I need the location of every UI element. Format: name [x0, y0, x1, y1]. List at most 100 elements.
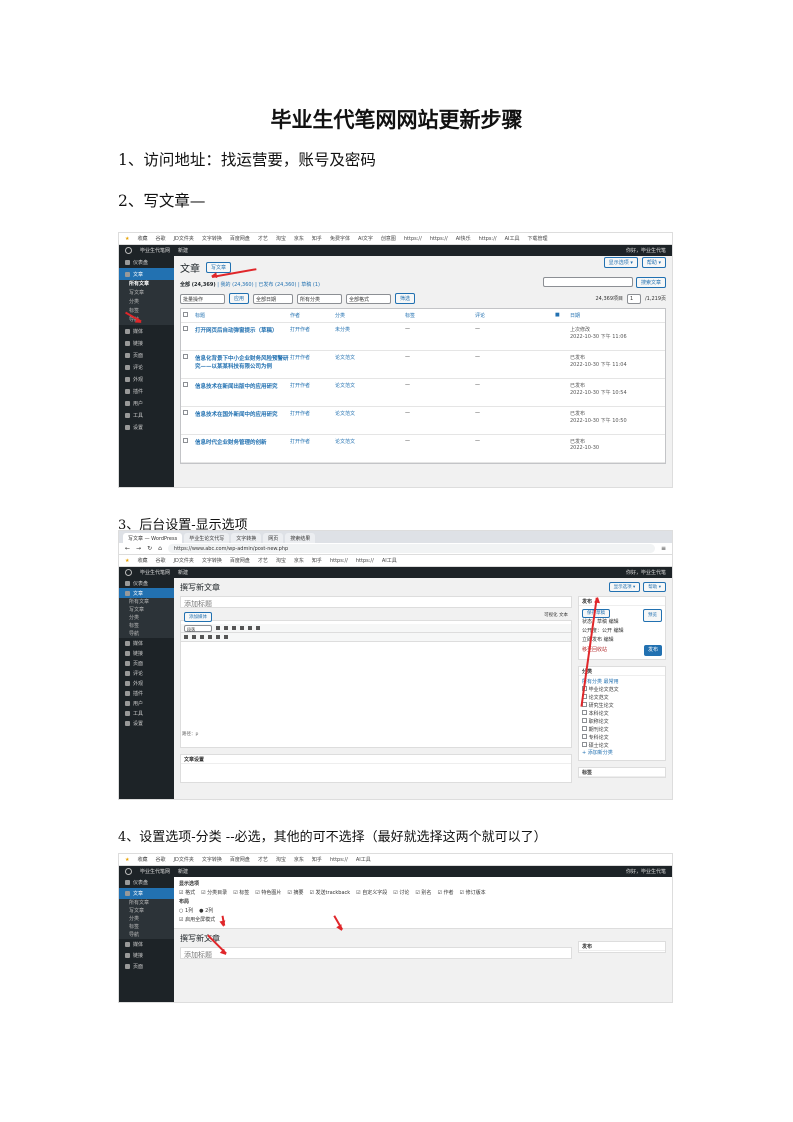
bold-icon[interactable]	[216, 626, 220, 630]
sidebar-item[interactable]: 写文章	[119, 606, 174, 614]
sidebar-item[interactable]: 用户	[119, 397, 174, 409]
category-checkbox[interactable]: 论文范文	[582, 694, 662, 702]
post-author[interactable]: 打开作者	[290, 382, 335, 389]
new-link[interactable]: 新建	[178, 247, 188, 254]
sidebar-item[interactable]: 写文章	[119, 907, 174, 915]
new-link[interactable]: 新建	[178, 569, 188, 576]
sidebar-item[interactable]: 分类	[119, 614, 174, 622]
screen-option-checkbox[interactable]: ☑ 格式	[179, 889, 195, 898]
sidebar-item[interactable]: 链接	[119, 337, 174, 349]
align-icon[interactable]	[248, 626, 252, 630]
bookmark-item[interactable]: 谷歌	[156, 557, 166, 564]
row-checkbox[interactable]	[183, 410, 188, 415]
sidebar-item[interactable]: 所有文章	[119, 598, 174, 606]
screen-option-checkbox[interactable]: ☑ 自定义字段	[356, 889, 387, 898]
sidebar-item[interactable]: 所有文章	[119, 899, 174, 907]
content-editor[interactable]: 添加媒体 可视化 文本 段落 路径：p	[180, 612, 572, 748]
forward-icon[interactable]: →	[136, 545, 141, 552]
sidebar-item[interactable]: 页面	[119, 658, 174, 668]
bookmark-item[interactable]: 知乎	[312, 557, 322, 564]
row-checkbox[interactable]	[183, 438, 188, 443]
add-media-button[interactable]: 添加媒体	[184, 612, 212, 622]
post-category[interactable]: 论文范文	[335, 354, 405, 361]
category-filter-select[interactable]: 所有分类	[297, 293, 343, 304]
tab-most-used[interactable]: 最常用	[604, 679, 619, 685]
sidebar-item-dashboard[interactable]: 仪表盘	[119, 256, 174, 268]
checkbox[interactable]	[582, 726, 587, 731]
sidebar-item[interactable]: 插件	[119, 385, 174, 397]
column-header[interactable]: 标签	[405, 312, 475, 319]
filter-button[interactable]: 筛选	[395, 293, 416, 304]
bookmark-item[interactable]: 才艺	[258, 856, 268, 863]
sidebar-item[interactable]: 媒体	[119, 638, 174, 648]
sidebar-sub-all-posts[interactable]: 所有文章	[119, 280, 174, 289]
search-input[interactable]	[542, 277, 633, 287]
browser-tab[interactable]: 搜索结果	[285, 533, 316, 543]
browser-tab[interactable]: 写文章 — WordPress	[123, 533, 183, 543]
sidebar-item[interactable]: 页面	[119, 961, 174, 972]
bookmark-item[interactable]: 文字转换	[202, 557, 222, 564]
apply-button[interactable]: 应用	[229, 293, 250, 304]
preview-button[interactable]: 预览	[643, 609, 662, 622]
post-title-link[interactable]: 信息化背景下中小企业财务风险预警研究——以某某科技有限公司为例	[195, 354, 290, 370]
post-category[interactable]: 论文范文	[335, 410, 405, 417]
reload-icon[interactable]: ↻	[147, 545, 152, 552]
wordpress-logo-icon[interactable]	[125, 868, 132, 875]
sidebar-item[interactable]: 标签	[119, 622, 174, 630]
user-greeting[interactable]: 你好，毕业生代笔	[626, 868, 666, 875]
sidebar-item[interactable]: 导航	[119, 931, 174, 939]
bookmark-item[interactable]: 谷歌	[156, 235, 166, 242]
search-posts-button[interactable]: 搜索文章	[635, 277, 666, 288]
browser-tab[interactable]: 网页	[263, 533, 284, 543]
bookmark-item[interactable]: 百度网盘	[230, 557, 250, 564]
bookmark-item[interactable]: https://	[356, 558, 374, 564]
sidebar-sub-add-new[interactable]: 写文章	[119, 289, 174, 298]
filter-all[interactable]: 全部 (24,369)	[180, 282, 216, 288]
bookmark-item[interactable]: 创意图	[381, 235, 396, 242]
post-title-input[interactable]: 添加标题	[180, 596, 572, 608]
address-bar[interactable]: https://www.abc.com/wp-admin/post-new.ph…	[167, 544, 655, 553]
save-draft-button[interactable]: 保存草稿	[582, 609, 610, 618]
browser-tab[interactable]: 文字转换	[231, 533, 262, 543]
sidebar-item[interactable]: 文章	[119, 888, 174, 899]
bookmark-item[interactable]: 收藏	[137, 856, 147, 863]
bookmark-item[interactable]: AI工具	[505, 235, 520, 242]
back-icon[interactable]: ←	[125, 545, 130, 552]
bookmark-item[interactable]: https://	[330, 558, 348, 564]
page-number-input[interactable]: 1	[627, 293, 641, 304]
color-icon[interactable]	[200, 635, 204, 639]
post-title-link[interactable]: 打开网页后自动弹窗提示（草稿）	[195, 326, 290, 334]
sidebar-item[interactable]: 评论	[119, 668, 174, 678]
menu-icon[interactable]: ≡	[661, 545, 666, 552]
site-name-link[interactable]: 毕业生代笔网	[140, 868, 170, 875]
bookmark-item[interactable]: 京东	[294, 557, 304, 564]
wordpress-logo-icon[interactable]	[125, 247, 132, 254]
sidebar-item[interactable]: 分类	[119, 915, 174, 923]
sidebar-item[interactable]: 仪表盘	[119, 578, 174, 588]
column-header[interactable]: 作者	[290, 312, 335, 319]
column-header[interactable]: 分类	[335, 312, 405, 319]
row-checkbox[interactable]	[183, 326, 188, 331]
wordpress-logo-icon[interactable]	[125, 569, 132, 576]
screen-option-checkbox[interactable]: ☑ 发送trackback	[309, 889, 350, 898]
sidebar-item[interactable]: 导航	[119, 630, 174, 638]
link-icon[interactable]	[256, 626, 260, 630]
category-checkbox[interactable]: 专科论文	[582, 734, 662, 742]
bookmark-item[interactable]: https://	[479, 236, 497, 242]
bookmark-item[interactable]: AI快乐	[456, 235, 471, 242]
bookmark-item[interactable]: JD文件夹	[174, 856, 194, 863]
checkbox[interactable]	[582, 742, 587, 747]
bookmark-item[interactable]: AI工具	[356, 856, 371, 863]
user-greeting[interactable]: 你好，毕业生代笔	[626, 247, 666, 254]
bookmark-item[interactable]: https://	[404, 236, 422, 242]
bookmark-item[interactable]: https://	[430, 236, 448, 242]
category-checkbox[interactable]: 硕士论文	[582, 742, 662, 750]
bookmark-item[interactable]: 知乎	[312, 856, 322, 863]
bookmark-item[interactable]: 百度网盘	[230, 235, 250, 242]
bookmark-item[interactable]: 文字转换	[202, 235, 222, 242]
bulk-action-select[interactable]: 批量操作	[180, 293, 225, 304]
bookmark-item[interactable]: JD文件夹	[174, 235, 194, 242]
bookmark-item[interactable]: 知乎	[312, 235, 322, 242]
sidebar-item[interactable]: 外观	[119, 373, 174, 385]
sidebar-item[interactable]: 用户	[119, 698, 174, 708]
